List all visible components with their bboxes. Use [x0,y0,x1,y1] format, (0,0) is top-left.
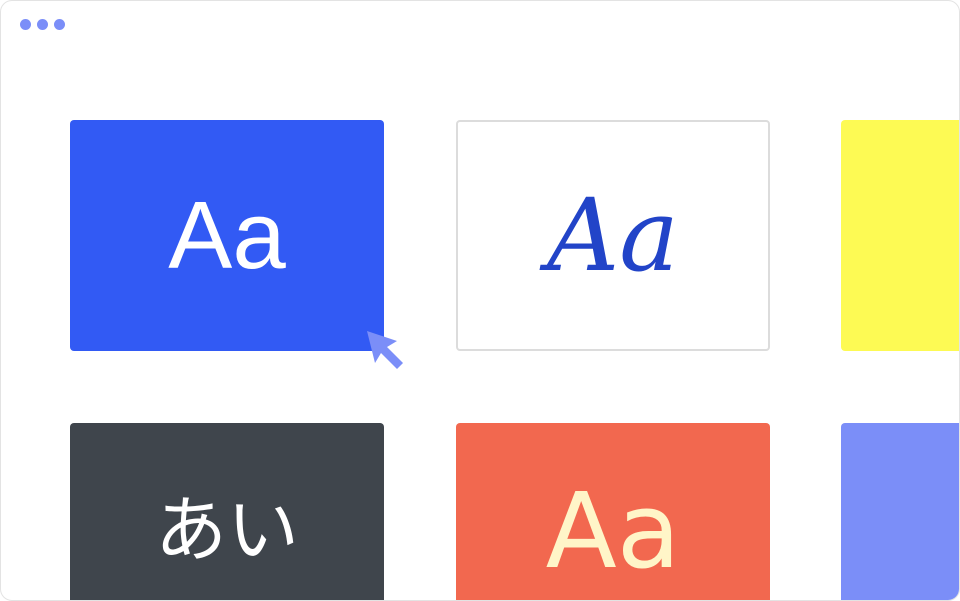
pointer-arrow-icon [367,331,403,369]
font-sample-label: Aa [545,470,681,592]
font-sample-label: Aa [547,176,679,294]
window-dot-icon[interactable] [37,19,48,30]
font-tile-yellow[interactable] [841,120,959,351]
font-sample-label: Aa [168,181,286,289]
font-sample-label: あい [154,488,299,572]
font-tile-japanese[interactable]: あい [70,423,384,600]
app-window: Aa Aa あい Aa [0,0,960,601]
window-dot-icon[interactable] [54,19,65,30]
font-tile-sans[interactable]: Aa [70,120,384,351]
font-tile-periwinkle[interactable] [841,423,959,600]
font-tile-serif-italic[interactable]: Aa [456,120,770,351]
window-dot-icon[interactable] [20,19,31,30]
font-tile-geometric[interactable]: Aa [456,423,770,600]
window-controls [20,19,65,30]
